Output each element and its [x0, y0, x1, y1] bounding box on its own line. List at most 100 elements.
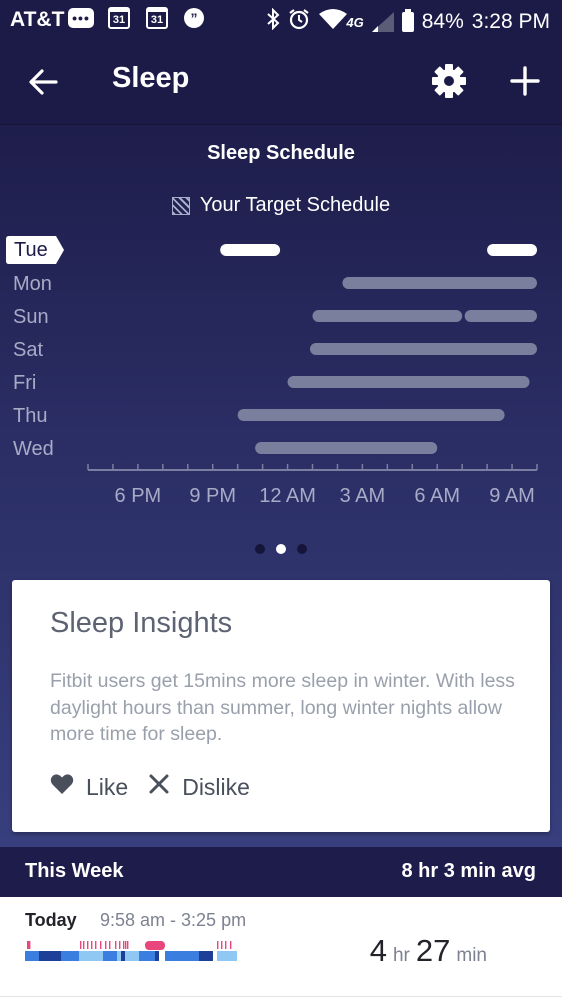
- battery-percent: 84%: [421, 10, 464, 33]
- legend-label: Your Target Schedule: [199, 194, 391, 216]
- pager-dots: [0, 544, 562, 554]
- chart-legend: Your Target Schedule: [0, 194, 562, 217]
- duration-minutes: 27: [415, 933, 451, 968]
- status-bar: AT&T ••• 31 31 ” 4G 84% 3:28 PM: [0, 0, 562, 38]
- like-label: Like: [86, 773, 129, 800]
- battery-icon: [401, 9, 414, 32]
- awake-tick: [230, 941, 232, 949]
- awake-tick: [80, 941, 82, 949]
- day-label: Fri: [13, 372, 36, 394]
- app-bar: Sleep: [0, 38, 562, 125]
- sleep-bar: [310, 343, 537, 355]
- sleep-stages-strip: [25, 941, 237, 961]
- insights-body: Fitbit users get 15mins more sleep in wi…: [50, 670, 515, 745]
- alarm-icon: [288, 8, 310, 36]
- calendar-icon: 31: [108, 7, 130, 29]
- sleep-stage-segment: [25, 951, 39, 961]
- sleep-stage-segment: [39, 951, 61, 961]
- this-week-label: This Week: [25, 860, 124, 882]
- dislike-label: Dislike: [182, 773, 250, 800]
- sleep-stage-segment: [79, 951, 103, 961]
- x-axis-tick-label: 6 AM: [414, 485, 460, 507]
- back-arrow-icon[interactable]: [26, 64, 62, 100]
- x-axis-tick-label: 12 AM: [259, 485, 316, 507]
- awake-tick: [221, 941, 223, 949]
- x-axis-tick-label: 9 PM: [189, 485, 236, 507]
- status-indicators: 4G 84% 3:28 PM: [266, 7, 550, 36]
- duration-minutes-unit: min: [456, 945, 487, 966]
- sleep-bar: [287, 376, 530, 388]
- sleep-bar: [312, 310, 463, 322]
- dislike-button[interactable]: Dislike: [148, 773, 250, 801]
- row-divider: [0, 996, 562, 997]
- sleep-stage-segment: [199, 951, 213, 961]
- awake-tick: [127, 941, 129, 949]
- sleep-stage-segment: [103, 951, 117, 961]
- like-button[interactable]: Like: [50, 773, 128, 801]
- gear-icon[interactable]: [430, 62, 468, 100]
- plus-icon[interactable]: [508, 64, 542, 98]
- sleep-stage-segment: [155, 951, 159, 961]
- message-icon: •••: [68, 7, 94, 29]
- day-label: Sun: [13, 306, 49, 328]
- insights-title: Sleep Insights: [50, 607, 233, 639]
- sleep-stage-segment: [217, 951, 237, 961]
- sleep-schedule-title: Sleep Schedule: [207, 142, 355, 164]
- sleep-screen: AT&T ••• 31 31 ” 4G 84% 3:28 PM Sleep Sl…: [0, 0, 562, 999]
- sleep-stage-segment: [133, 951, 139, 961]
- target-schedule-bar: [487, 244, 537, 256]
- awake-tick: [217, 941, 219, 949]
- close-icon: [148, 773, 170, 801]
- day-label: Thu: [13, 405, 47, 427]
- awake-tick: [83, 941, 85, 949]
- awake-tick: [123, 941, 125, 949]
- sleep-schedule-chart: Mon Sun Sat Fri Thu Wed 6 PM 9 PM 12 AM 3 AM 6 AM 9…: [0, 230, 562, 520]
- pager-dot-active[interactable]: [276, 544, 286, 554]
- pager-dot[interactable]: [297, 544, 307, 554]
- awake-tick: [225, 941, 227, 949]
- sleep-bar: [342, 277, 537, 289]
- signal-icon: [371, 12, 394, 32]
- x-axis-tick-label: 3 AM: [340, 485, 386, 507]
- awake-tick: [100, 941, 102, 949]
- sleep-stage-segment: [61, 951, 79, 961]
- awake-tick: [119, 941, 121, 949]
- wifi-icon: [318, 8, 348, 36]
- duration-hours-unit: hr: [392, 945, 410, 966]
- x-axis-tick-label: 9 AM: [489, 485, 535, 507]
- x-axis-tick-label: 6 PM: [115, 485, 162, 507]
- insights-actions: Like Dislike: [50, 773, 270, 801]
- pager-dot[interactable]: [255, 544, 265, 554]
- sleep-log-row-today[interactable]: Today 9:58 am - 3:25 pm 4 hr 27 min: [0, 897, 562, 999]
- heart-icon: [50, 773, 74, 801]
- clock-time: 3:28 PM: [471, 10, 550, 33]
- day-label: Mon: [13, 273, 52, 295]
- awake-tick: [95, 941, 97, 949]
- awake-tick: [29, 941, 31, 949]
- awake-tick: [115, 941, 117, 949]
- log-time-range: 9:58 am - 3:25 pm: [100, 910, 247, 930]
- sleep-bar: [237, 409, 505, 421]
- duration-hours: 4: [369, 933, 387, 968]
- awake-tick: [91, 941, 93, 949]
- bluetooth-icon: [266, 7, 280, 36]
- awake-tick: [125, 941, 127, 949]
- calendar-icon: 31: [146, 7, 168, 29]
- sleep-bar: [464, 310, 537, 322]
- sleep-stage-segment: [165, 951, 199, 961]
- awake-tick: [109, 941, 111, 949]
- day-label: Wed: [13, 438, 54, 460]
- this-week-header: This Week 8 hr 3 min avg: [0, 847, 562, 897]
- sleep-stage-segment: [139, 951, 155, 961]
- log-day-label: Today: [25, 910, 77, 930]
- carrier-label: AT&T: [10, 8, 65, 31]
- awake-tick: [87, 941, 89, 949]
- awake-tick: [105, 941, 107, 949]
- log-duration: 4 hr 27 min: [370, 933, 487, 969]
- sleep-stage-segment: [121, 951, 125, 961]
- hangouts-icon: ”: [184, 7, 204, 29]
- page-title: Sleep: [112, 62, 190, 94]
- target-schedule-bar: [220, 244, 281, 256]
- awake-segment: [145, 941, 165, 950]
- day-label: Sat: [13, 339, 43, 361]
